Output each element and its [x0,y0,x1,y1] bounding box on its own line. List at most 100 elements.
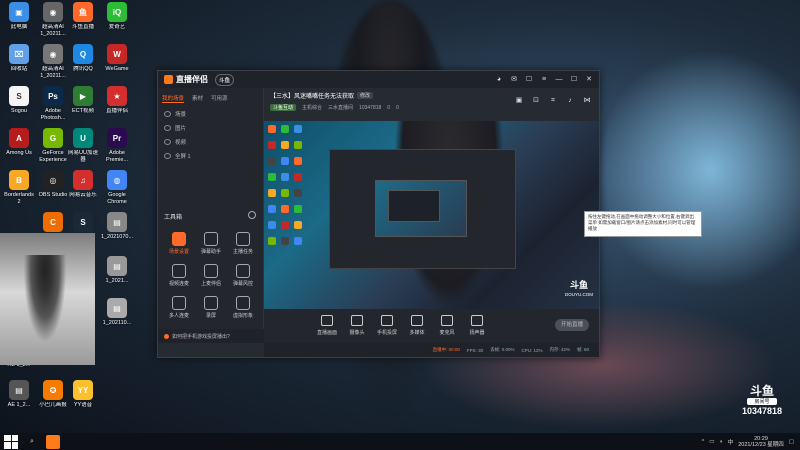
source-control-button[interactable]: 扬声器 [464,315,490,336]
preview-mini-icon [294,221,302,229]
tray-expand-icon[interactable]: ^ [702,439,705,445]
window-titlebar[interactable]: 直播伴侣 斗鱼 ◕ ✉ ☐ ≡ — ☐ ✕ [158,71,599,88]
source-control-button[interactable]: 麦克风 [434,315,460,336]
eye-icon[interactable] [164,125,171,131]
preview-mini-icon [281,173,289,181]
maximize-icon[interactable]: ☐ [570,76,578,84]
app-icon: ▤ [107,298,127,318]
desktop-icon[interactable]: A Among Us [2,128,36,157]
desktop-icon[interactable]: ★ 直播伴侣 [100,86,134,115]
skin-icon[interactable]: ☐ [525,76,533,84]
desktop-icon[interactable]: ▤ 1_2021070... [100,212,134,241]
toolbox-item[interactable]: 场景设置 [162,232,196,255]
desktop-icon[interactable]: ▶ ECT视频 [66,86,100,115]
desktop-icon[interactable]: ▤ 1_2021... [100,256,134,285]
desktop-icon[interactable]: ✪ 小巴儿画报 [36,380,70,409]
preview-mini-icon [281,205,289,213]
category-tag[interactable]: 斗鱼互动 [270,104,297,111]
desktop-icon[interactable]: B Borderlands 2 [2,170,36,205]
start-live-button[interactable]: 开始直播 [555,319,589,331]
tool-icon [204,232,218,246]
taskbar-live-companion-icon[interactable] [46,434,60,449]
desktop-icon[interactable]: ◍ Google Chrome [100,170,134,205]
search-icon[interactable]: ⌕ [28,438,36,446]
clip-icon[interactable]: ⌗ [549,97,557,105]
preview-mini-icon [281,157,289,165]
volume-icon[interactable]: ◖ [719,439,722,445]
scene-item[interactable]: 全屏 1 [158,149,263,163]
input-language[interactable]: 中 [728,438,734,446]
toolbox-item[interactable]: 录屏 [194,296,228,319]
toolbox-settings-icon[interactable] [248,211,256,219]
desktop-icon[interactable]: 鱼斗鱼直播 [66,2,100,31]
toolbox-item[interactable]: 弹幕风控 [226,264,260,287]
tool-label: 视频连麦 [168,281,189,287]
lock-icon[interactable]: ⊡ [532,97,540,105]
desktop-icon[interactable]: ▣ 此电脑 [2,2,36,31]
desktop-icon[interactable]: YY YY语音 [66,380,100,409]
tab-sources[interactable]: 可用源 [211,94,228,103]
desktop-icon[interactable]: ⌧ 回收站 [2,44,36,73]
desktop-icon[interactable]: ▤ 1_202110... [100,298,134,327]
scene-item[interactable]: 场景 [158,107,263,121]
close-icon[interactable]: ✕ [585,76,593,84]
tool-icon [172,296,186,310]
edit-title-button[interactable]: 修改 [357,92,374,99]
desktop-icon[interactable]: S Sogou [2,86,36,115]
source-control-button[interactable]: 手机投屏 [374,315,400,336]
sub-category[interactable]: 主机综合 [302,104,322,111]
stream-preview[interactable]: 斗鱼 DOUYU.COM [264,121,599,309]
platform-badge[interactable]: 斗鱼 [215,73,235,86]
tool-icon [204,264,218,278]
toolbox-item[interactable]: 虚拟形象 [226,296,260,319]
share-icon[interactable]: ⋈ [583,97,591,105]
source-control-button[interactable]: 直播画面 [314,315,340,336]
desktop-icon[interactable]: Pr Adobe Premie... [100,128,134,163]
start-button[interactable] [4,434,18,449]
source-control-label: 摄像头 [349,330,365,336]
desktop-icon[interactable]: ◉ 超高清AI 1_20211... [36,2,70,37]
desktop-icon[interactable]: ◉ 超高清AI 1_20211... [36,44,70,79]
toolbox-item[interactable]: 上麦伴侣 [194,264,228,287]
app-icon: YY [73,380,93,400]
bell-icon[interactable]: ♪ [566,97,574,105]
webcam-overlay[interactable] [0,233,95,365]
desktop-icon[interactable]: U 网易UU加速器 [66,128,100,163]
tip-bar[interactable]: 如何把手机游戏投屏播出? [158,329,269,343]
avatar-icon[interactable]: ◕ [495,76,503,84]
clock[interactable]: 20:29 2021/12/23 星期四 [738,436,784,448]
menu-icon[interactable]: ≡ [540,76,548,84]
gift-icon[interactable]: ▣ [515,97,523,105]
live-companion-window[interactable]: 直播伴侣 斗鱼 ◕ ✉ ☐ ≡ — ☐ ✕ 我的场景 素材 可用源 场景 图片 … [157,70,600,358]
desktop-icon[interactable]: iQ 爱奇艺 [100,2,134,31]
desktop-icon[interactable]: W WeGame [100,44,134,73]
eye-icon[interactable] [164,111,171,117]
source-control-button[interactable]: 多媒体 [404,315,430,336]
tab-materials[interactable]: 素材 [192,94,203,103]
message-icon[interactable]: ✉ [510,76,518,84]
tool-label: 多人连麦 [168,313,189,319]
toolbox-item[interactable]: 主播任务 [226,232,260,255]
scene-item[interactable]: 视频 [158,135,263,149]
desktop-icon[interactable]: Ps Adobe Photosh... [36,86,70,121]
toolbox-item[interactable]: 视频连麦 [162,264,196,287]
scene-item[interactable]: 图片 [158,121,263,135]
toolbox-item[interactable]: 多人连麦 [162,296,196,319]
toolbox-item[interactable]: 弹幕助手 [194,232,228,255]
scene-label: 场景 [175,112,187,118]
desktop-icon[interactable]: Q 腾讯QQ [66,44,100,73]
network-icon[interactable]: ▭ [709,439,714,445]
minimize-icon[interactable]: — [555,76,563,84]
desktop-icon[interactable]: G GeForce Experience [36,128,70,163]
desktop-icon[interactable]: ♫ 网易云音乐 [66,170,100,199]
eye-icon[interactable] [164,153,171,159]
source-control-button[interactable]: 摄像头 [344,315,370,336]
tab-my-scenes[interactable]: 我的场景 [162,94,185,103]
notification-icon[interactable]: ▢ [789,439,794,445]
desktop-icon[interactable]: ◎ OBS Studio [36,170,70,199]
source-control-label: 手机投屏 [376,330,397,336]
source-control-icon [381,315,393,326]
eye-icon[interactable] [164,139,171,145]
source-control-label: 直播画面 [316,330,337,336]
desktop-icon[interactable]: ▤ AE 1_2... [2,380,36,409]
